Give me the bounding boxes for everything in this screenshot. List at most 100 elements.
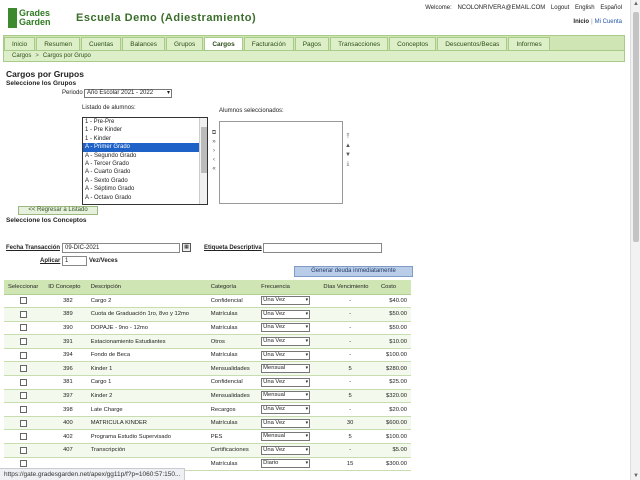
list-item[interactable]: A - Séptimo Grado — [83, 185, 207, 193]
select-checkbox[interactable] — [20, 392, 27, 400]
chevron-down-icon: ▾ — [305, 460, 309, 467]
tab-pagos[interactable]: Pagos — [294, 37, 330, 50]
list-item[interactable]: A - Octavo Grado — [83, 194, 207, 202]
move-right-icon[interactable]: › — [210, 147, 218, 155]
list-item[interactable]: A - Segundo Grado — [83, 152, 207, 160]
frequency-select[interactable]: Una Vez ▾ — [261, 418, 311, 428]
select-checkbox[interactable] — [20, 419, 27, 427]
list-item[interactable]: A - Primer Grado — [83, 143, 207, 152]
concept-description: Programa Estudio Supervisado — [86, 429, 207, 445]
select-checkbox[interactable] — [20, 433, 27, 441]
etiqueta-input[interactable] — [263, 243, 382, 253]
list-item[interactable]: 1 - Pre Kinder — [83, 126, 207, 134]
select-checkbox[interactable] — [20, 406, 27, 414]
frequency-select[interactable]: Una Vez ▾ — [261, 350, 311, 360]
breadcrumb-cargos-por-grupo[interactable]: Cargos por Grupo — [43, 53, 91, 59]
frequency-select[interactable]: Mensual ▾ — [261, 364, 311, 374]
tab-cuentas[interactable]: Cuentas — [81, 37, 122, 50]
list-item[interactable]: A - Tercer Grado — [83, 160, 207, 168]
frequency-value: Una Vez — [263, 446, 286, 453]
tab-transacciones[interactable]: Transacciones — [330, 37, 389, 50]
periodo-select[interactable]: Año Escolar 2021 - 2022 ▾ — [84, 89, 172, 98]
frequency-select[interactable]: Una Vez ▾ — [261, 296, 311, 306]
list-item[interactable]: 1 - Kinder — [83, 135, 207, 143]
logout-link[interactable]: Logout — [551, 5, 569, 11]
move-left-icon[interactable]: ‹ — [210, 156, 218, 164]
select-checkbox[interactable] — [20, 310, 27, 318]
frequency-select[interactable]: Mensual ▾ — [261, 432, 311, 442]
column-header[interactable]: Descripción — [86, 280, 207, 295]
mi-cuenta-link[interactable]: Mi Cuenta — [595, 19, 622, 25]
tab-inicio[interactable]: Inicio — [4, 37, 36, 50]
frequency-select[interactable]: Mensual ▾ — [261, 391, 311, 401]
move-down-icon[interactable]: ▼ — [344, 151, 352, 159]
select-checkbox[interactable] — [20, 460, 27, 468]
inicio-link[interactable]: Inicio — [573, 19, 589, 25]
fecha-input[interactable]: 09-DIC-2021 — [62, 243, 180, 253]
frequency-cell: Una Vez ▾ — [257, 443, 320, 458]
tab-descuentos-becas[interactable]: Descuentos/Becas — [437, 37, 508, 50]
frequency-select[interactable]: Una Vez ▾ — [261, 405, 311, 415]
select-checkbox[interactable] — [20, 297, 27, 305]
aplicar-label: Aplicar — [40, 258, 61, 264]
concept-cost: $25.00 — [376, 375, 411, 390]
move-all-right-icon[interactable]: » — [210, 138, 218, 146]
tab-facturaci-n[interactable]: Facturación — [243, 37, 294, 50]
frequency-select[interactable]: Una Vez ▾ — [261, 377, 311, 387]
move-up-icon[interactable]: ▲ — [344, 142, 352, 150]
frequency-select[interactable]: Una Vez ▾ — [261, 309, 311, 319]
column-header[interactable]: Costo — [376, 280, 411, 295]
lang-spanish-link[interactable]: Español — [600, 5, 622, 11]
concept-id: 389 — [44, 307, 87, 322]
table-row: 407 Transcripción Certificaciones Una Vez ▾ -… — [4, 443, 411, 458]
listbox-scrollbar[interactable] — [199, 118, 207, 204]
scroll-up-icon[interactable]: ▲ — [633, 1, 639, 7]
frequency-select[interactable]: Una Vez ▾ — [261, 445, 311, 455]
chevron-down-icon: ▾ — [305, 365, 309, 372]
concept-id: 396 — [44, 361, 87, 377]
select-checkbox[interactable] — [20, 446, 27, 454]
regresar-button[interactable]: << Regresar a Listado — [18, 206, 98, 215]
list-item[interactable]: A - Cuarto Grado — [83, 168, 207, 176]
page-scrollbar[interactable]: ▲ ▼ — [630, 0, 640, 480]
select-checkbox[interactable] — [20, 324, 27, 332]
frequency-value: Una Vez — [263, 338, 286, 345]
list-item[interactable]: 1 - Pre-Pre — [83, 118, 207, 126]
move-top-icon[interactable]: ⤒ — [344, 133, 352, 141]
column-header[interactable]: Seleccionar — [4, 280, 45, 295]
frequency-select[interactable]: Diario ▾ — [261, 459, 311, 469]
column-header[interactable]: ID Concepto — [44, 280, 87, 295]
gradesgarden-logo[interactable]: Grades Garden — [8, 8, 51, 28]
scroll-down-icon[interactable]: ▼ — [633, 473, 639, 479]
column-header[interactable]: Frecuencia — [257, 280, 320, 295]
group-listbox[interactable]: 1 - Pre-Pre 1 - Pre Kinder 1 - Kinder A - P… — [82, 117, 208, 205]
column-header[interactable]: Días Vencimiento — [319, 280, 377, 295]
tab-resumen[interactable]: Resumen — [36, 37, 81, 50]
select-checkbox[interactable] — [20, 365, 27, 373]
tab-grupos[interactable]: Grupos — [165, 37, 204, 50]
select-checkbox[interactable] — [20, 351, 27, 359]
tab-informes[interactable]: Informes — [508, 37, 550, 50]
frequency-select[interactable]: Una Vez ▾ — [261, 323, 311, 333]
calendar-icon[interactable]: ▦ — [182, 243, 191, 252]
listbox-scroll-thumb[interactable] — [201, 127, 207, 173]
select-checkbox[interactable] — [20, 378, 27, 386]
concept-category: Otros — [206, 334, 258, 349]
tab-balances[interactable]: Balances — [122, 37, 165, 50]
page-scroll-thumb[interactable] — [633, 12, 639, 242]
column-header[interactable]: Categoría — [206, 280, 258, 295]
select-checkbox[interactable] — [20, 338, 27, 346]
move-bottom-icon[interactable]: ⤓ — [344, 160, 352, 168]
frequency-select[interactable]: Una Vez ▾ — [261, 337, 311, 347]
listado-label: Listado de alumnos: — [82, 105, 136, 111]
tab-conceptos[interactable]: Conceptos — [389, 37, 437, 50]
aplicar-input[interactable]: 1 — [62, 256, 87, 266]
list-item[interactable]: A - Sexto Grado — [83, 177, 207, 185]
copy-icon[interactable]: ⧉ — [210, 129, 218, 137]
generar-deuda-button[interactable]: Generar deuda inmediatamente — [294, 266, 413, 277]
breadcrumb-cargos[interactable]: Cargos — [12, 53, 31, 59]
tab-cargos[interactable]: Cargos — [204, 37, 243, 50]
selected-students-listbox[interactable] — [219, 121, 343, 204]
lang-english-link[interactable]: English — [575, 5, 595, 11]
move-all-left-icon[interactable]: « — [210, 165, 218, 173]
